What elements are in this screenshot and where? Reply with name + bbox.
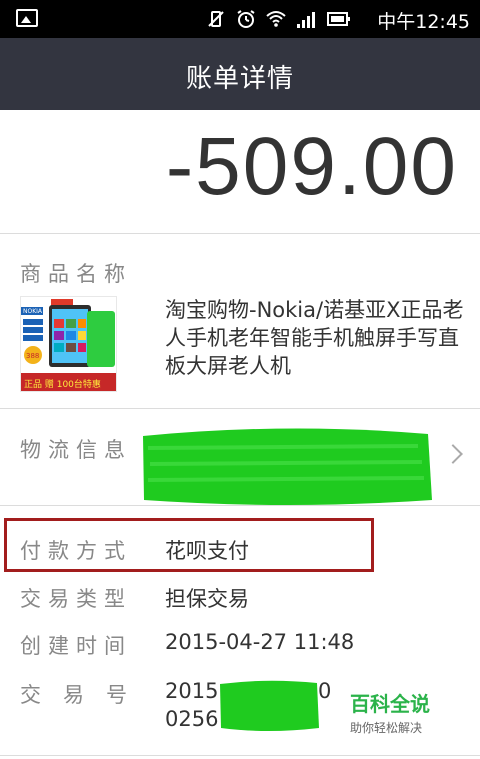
highlight-box	[4, 518, 374, 572]
product-image-price: 388	[26, 352, 39, 360]
image-notification-icon	[16, 9, 38, 27]
status-bar: 中午12:45	[0, 0, 480, 38]
trade-no-line1: 2015	[165, 679, 219, 703]
product-label: 商品名称	[20, 262, 132, 286]
battery-icon	[327, 12, 350, 26]
product-image-promo: 正品 赠 100台特惠	[24, 378, 101, 390]
watermark-subtitle: 助你轻松解决	[350, 721, 423, 735]
bill-amount: -509.00	[165, 121, 458, 212]
trade-type-value: 担保交易	[165, 587, 249, 611]
product-image[interactable]: NOKIA 388 正品 赠 100台特惠	[20, 296, 117, 392]
logistics-label: 物流信息	[20, 438, 132, 462]
page-title: 账单详情	[185, 64, 294, 94]
divider	[0, 505, 480, 506]
trade-type-label: 交易类型	[20, 587, 132, 611]
product-image-brand: NOKIA	[23, 308, 43, 315]
vibrate-mute-icon	[208, 11, 224, 27]
redaction-scribble	[220, 680, 319, 731]
status-time: 中午12:45	[377, 11, 470, 33]
product-thumbnail: NOKIA 388 正品 赠 100台特惠	[21, 297, 116, 391]
divider	[0, 233, 480, 234]
product-name[interactable]: 淘宝购物-Nokia/诺基亚X正品老人手机老年智能手机触屏手写直板大屏老人机	[165, 296, 465, 380]
created-time-label: 创建时间	[20, 634, 132, 658]
redaction-scribble	[143, 428, 432, 505]
watermark-title: 百科全说	[350, 692, 430, 716]
status-icons	[206, 8, 352, 30]
title-bar: 账单详情	[0, 38, 480, 110]
trade-no-line2: 0256	[165, 707, 219, 731]
alarm-icon	[237, 10, 255, 28]
watermark-logo: 百科全说 助你轻松解决	[350, 688, 430, 736]
wifi-icon	[266, 11, 286, 27]
divider	[0, 755, 480, 756]
trade-no-label: 交易号	[20, 683, 149, 707]
signal-icon	[297, 12, 315, 28]
created-time-value: 2015-04-27 11:48	[165, 630, 355, 654]
